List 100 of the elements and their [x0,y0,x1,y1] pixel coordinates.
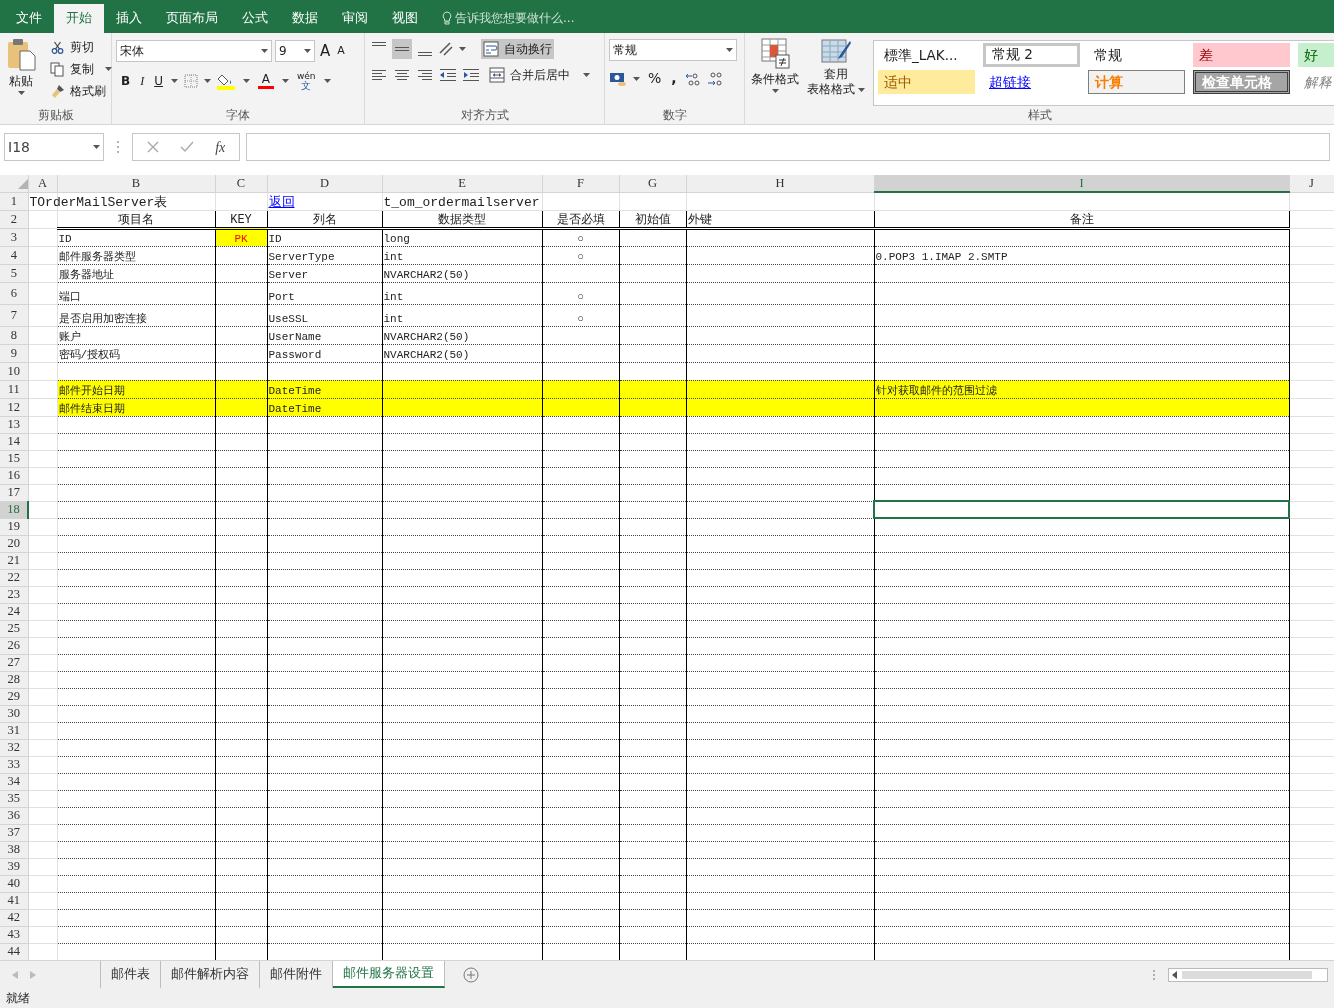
cell-text: Port [268,290,295,303]
grow-font-button[interactable]: A [318,39,333,64]
cell-text: 密码/授权码 [58,348,121,361]
column-header[interactable]: B [57,175,215,192]
clipboard-icon [6,37,36,71]
add-sheet-icon[interactable] [463,966,479,983]
caret-icon[interactable] [304,49,311,54]
ribbon-tab[interactable]: 审阅 [330,4,380,33]
caret-icon[interactable] [261,49,268,54]
format-as-table-button[interactable]: 套用 表格格式 [805,36,867,106]
ribbon-tab[interactable]: 视图 [380,4,430,33]
number-format-field[interactable]: 常规 [609,39,737,61]
column-header[interactable]: C [215,175,267,192]
status-text: 就绪 [0,988,1334,1008]
caret-icon[interactable] [771,89,779,93]
group-label: 样式 [1026,107,1053,124]
ribbon-tab[interactable]: 插入 [104,4,154,33]
ribbon-tab[interactable]: 文件 [4,4,54,33]
ribbon-tab[interactable]: 数据 [280,4,330,33]
phonetic-button[interactable]: wén 文 [294,69,318,92]
tell-me-field[interactable]: 告诉我您想要做什么... [455,9,575,27]
cell-style[interactable]: 常规 2 [983,43,1080,67]
table-icon [760,37,790,69]
cell-style[interactable]: 差 [1193,43,1290,67]
underline-button[interactable]: U [152,70,165,91]
cell-text: TOrderMailServer表 [29,194,168,210]
caret-icon[interactable] [281,78,289,83]
cell-style[interactable]: 常规 [1088,43,1185,67]
formula-field[interactable] [246,133,1330,161]
selected-cell[interactable] [874,501,1289,518]
increase-indent-icon[interactable] [461,67,481,83]
cell-text: long [383,232,410,245]
cell-text: UserName [268,330,322,343]
ribbon-tab[interactable]: 开始 [54,4,104,33]
align-left-icon[interactable] [369,67,389,83]
cut-button[interactable]: 剪切 [48,36,114,58]
decrease-decimal-icon[interactable] [706,70,723,87]
copy-button[interactable]: 复制 [48,58,114,80]
caret-icon[interactable] [583,73,590,77]
cell-style[interactable]: 解释 [1298,70,1334,94]
column-header[interactable]: E [382,175,542,192]
caret-icon[interactable] [242,78,250,83]
percent-button[interactable]: % [646,67,664,90]
format-painter-button[interactable]: 格式刷 [48,80,114,102]
column-header[interactable]: J [1289,175,1334,192]
cell-style[interactable]: 超链接 [983,70,1080,94]
align-center-icon[interactable] [392,67,412,83]
increase-decimal-icon[interactable] [684,70,701,87]
cell-text: ○ [577,290,584,303]
ribbon-tab[interactable]: 页面布局 [154,4,230,33]
currency-icon[interactable] [609,70,627,87]
paste-button[interactable]: 粘贴 [4,36,38,106]
column-header[interactable]: H [686,175,874,192]
column-header[interactable]: I [874,175,1289,192]
caret-icon[interactable] [459,47,466,51]
caret-icon[interactable] [858,87,865,92]
font-color-button[interactable]: A [255,71,276,90]
caret-icon[interactable] [170,78,178,83]
ribbon-tab[interactable]: 公式 [230,4,280,33]
sheet-link[interactable]: 返回 [268,194,295,210]
merge-center-button[interactable]: 合并后居中 [487,65,592,85]
column-header[interactable]: F [542,175,619,192]
cell-style[interactable]: 標準_LAK... [878,43,975,67]
conditional-format-button[interactable]: 条件格式 [749,36,801,106]
caret-icon[interactable] [726,48,733,52]
row-header[interactable]: 6 [0,282,28,304]
horizontal-scrollbar[interactable] [1168,967,1328,982]
group-label: 剪贴板 [36,107,75,124]
caret-icon[interactable] [105,67,112,71]
cell-text: UseSSL [268,312,309,325]
cell-text: Password [268,348,322,361]
caret-icon[interactable] [633,76,640,81]
font-name-field[interactable]: 宋体 [116,40,272,63]
italic-button[interactable]: I [138,70,147,91]
cell-text: 备注 [1069,212,1094,227]
cell-text: int [383,290,404,303]
wrap-text-button[interactable]: 自动换行 [481,39,554,59]
orientation-icon[interactable] [438,41,456,57]
cell-style[interactable]: 适中 [878,70,975,94]
caret-icon[interactable] [203,78,211,83]
decrease-indent-icon[interactable] [438,67,458,83]
cell-text: 0.POP3 1.IMAP 2.SMTP [875,250,1008,263]
cell-text: t_om_ordermailserver [383,194,540,210]
comma-button[interactable]: , [669,67,679,90]
font-size-field[interactable]: 9 [275,40,315,63]
caret-icon[interactable] [323,78,331,83]
align-right-icon[interactable] [415,67,435,83]
column-header[interactable]: D [267,175,382,192]
caret-icon[interactable] [17,91,25,95]
name-box[interactable]: I18 [4,133,104,161]
caret-icon[interactable] [93,145,100,149]
cell-style[interactable]: 好 [1298,43,1334,67]
align-middle-icon[interactable] [392,39,412,59]
bold-button[interactable]: B [119,70,133,91]
row-header[interactable]: 7 [0,304,28,326]
column-header[interactable]: G [619,175,686,192]
shrink-font-button[interactable]: A [335,42,347,61]
sheet-tab[interactable]: 邮件服务器设置 [333,961,445,988]
insert-function-button[interactable]: fx [215,136,226,158]
column-header[interactable]: A [28,175,57,192]
